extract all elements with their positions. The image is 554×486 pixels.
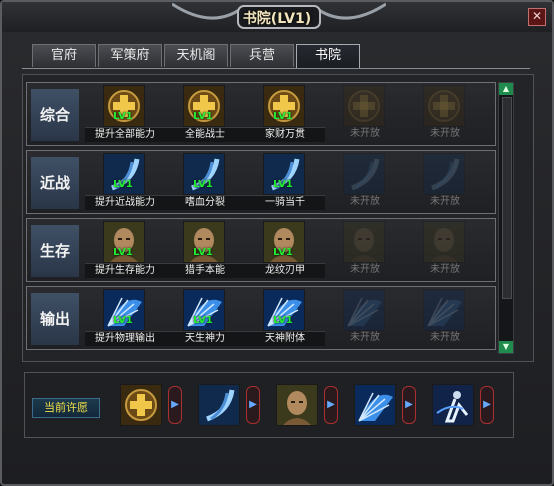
skill-name: 天生神力 bbox=[165, 331, 245, 346]
skill-slot[interactable]: LV1 提升生存能力 bbox=[85, 221, 165, 279]
skill-level: LV1 bbox=[273, 247, 293, 258]
row-label: 近战 bbox=[31, 157, 79, 209]
gold-cross-icon[interactable] bbox=[120, 384, 162, 426]
arrow-right-icon[interactable]: ▶ bbox=[402, 386, 416, 424]
tab-divider bbox=[22, 68, 530, 69]
skill-level: LV1 bbox=[193, 179, 213, 190]
fan-burst-icon[interactable] bbox=[354, 384, 396, 426]
skill-slot[interactable]: LV1 天生神力 bbox=[165, 289, 245, 347]
skill-name: 猎手本能 bbox=[165, 263, 245, 278]
skill-row-general: 综合 LV1 提升全部能力 LV1 全能战士 LV1 家财万贯 未开放 未开放 bbox=[26, 82, 496, 146]
skill-name: 家财万贯 bbox=[245, 127, 325, 142]
skill-slot: 未开放 bbox=[405, 221, 485, 279]
skill-level: LV1 bbox=[273, 111, 293, 122]
fan-burst-icon bbox=[343, 289, 385, 331]
arrow-right-icon[interactable]: ▶ bbox=[324, 386, 338, 424]
skill-row-output: 输出 LV1 提升物理输出 LV1 天生神力 LV1 天神附体 未开放 未开放 bbox=[26, 286, 496, 350]
skill-name: 提升生存能力 bbox=[85, 263, 165, 278]
skill-level: LV1 bbox=[113, 315, 133, 326]
tab-military-strategy[interactable]: 军策府 bbox=[98, 44, 162, 67]
wish-slot[interactable]: ▶ bbox=[120, 384, 184, 428]
skill-name: 天神附体 bbox=[245, 331, 325, 346]
skill-name: 未开放 bbox=[350, 128, 380, 139]
skill-level: LV1 bbox=[113, 179, 133, 190]
skill-slot: 未开放 bbox=[325, 153, 405, 211]
skill-slot[interactable]: LV1 全能战士 bbox=[165, 85, 245, 143]
arrow-right-icon[interactable]: ▶ bbox=[168, 386, 182, 424]
skill-name: 提升全部能力 bbox=[85, 127, 165, 142]
blade-slash-icon bbox=[343, 153, 385, 195]
monk-face-icon bbox=[343, 221, 385, 263]
scroll-up-icon[interactable]: ▲ bbox=[499, 83, 513, 95]
skill-row-melee: 近战 LV1 提升近战能力 LV1 嗜血分裂 LV1 一骑当千 未开放 未开放 bbox=[26, 150, 496, 214]
window-title: 书院(LV1) bbox=[242, 11, 312, 27]
row-label: 综合 bbox=[31, 89, 79, 141]
skill-slot[interactable]: LV1 提升全部能力 bbox=[85, 85, 165, 143]
blade-slash-icon[interactable] bbox=[198, 384, 240, 426]
tab-government[interactable]: 官府 bbox=[32, 44, 96, 67]
title-bar: 书院(LV1) ✕ bbox=[2, 2, 552, 32]
skill-level: LV1 bbox=[273, 315, 293, 326]
skill-level: LV1 bbox=[113, 111, 133, 122]
skills-scrollbar[interactable]: ▲ ▼ bbox=[498, 82, 514, 354]
arrow-right-icon[interactable]: ▶ bbox=[480, 386, 494, 424]
skill-slot: 未开放 bbox=[325, 85, 405, 143]
skill-level: LV1 bbox=[193, 315, 213, 326]
skill-name: 未开放 bbox=[430, 196, 460, 207]
skill-level: LV1 bbox=[193, 111, 213, 122]
monk-face-icon[interactable] bbox=[276, 384, 318, 426]
skill-slot[interactable]: LV1 提升近战能力 bbox=[85, 153, 165, 211]
skill-slot[interactable]: LV1 一骑当千 bbox=[245, 153, 325, 211]
skill-name: 未开放 bbox=[430, 128, 460, 139]
skill-name: 提升物理输出 bbox=[85, 331, 165, 346]
blade-slash-icon bbox=[423, 153, 465, 195]
skill-name: 未开放 bbox=[350, 196, 380, 207]
skill-slot[interactable]: LV1 提升物理输出 bbox=[85, 289, 165, 347]
skill-name: 未开放 bbox=[350, 264, 380, 275]
tab-tianji-pavilion[interactable]: 天机阁 bbox=[164, 44, 228, 67]
arrow-right-icon[interactable]: ▶ bbox=[246, 386, 260, 424]
close-icon[interactable]: ✕ bbox=[528, 8, 546, 26]
skill-slot[interactable]: LV1 嗜血分裂 bbox=[165, 153, 245, 211]
gold-cross-icon bbox=[423, 85, 465, 127]
skill-slot[interactable]: LV1 家财万贯 bbox=[245, 85, 325, 143]
skill-level: LV1 bbox=[193, 247, 213, 258]
wish-slot[interactable]: ▶ bbox=[432, 384, 496, 428]
skill-slot: 未开放 bbox=[405, 153, 485, 211]
tab-barracks[interactable]: 兵营 bbox=[230, 44, 294, 67]
fan-burst-icon bbox=[423, 289, 465, 331]
skill-name: 嗜血分裂 bbox=[165, 195, 245, 210]
scroll-down-icon[interactable]: ▼ bbox=[499, 341, 513, 353]
gold-cross-icon bbox=[343, 85, 385, 127]
skill-slot[interactable]: LV1 天神附体 bbox=[245, 289, 325, 347]
skill-name: 龙纹刃甲 bbox=[245, 263, 325, 278]
skill-level: LV1 bbox=[273, 179, 293, 190]
wish-slot[interactable]: ▶ bbox=[276, 384, 340, 428]
row-label: 输出 bbox=[31, 293, 79, 345]
skill-row-survival: 生存 LV1 提升生存能力 LV1 猎手本能 LV1 龙纹刃甲 未开放 未开放 bbox=[26, 218, 496, 282]
skill-name: 未开放 bbox=[430, 332, 460, 343]
shadow-warrior-icon[interactable] bbox=[432, 384, 474, 426]
scroll-thumb[interactable] bbox=[502, 97, 512, 299]
skill-name: 未开放 bbox=[430, 264, 460, 275]
skill-name: 全能战士 bbox=[165, 127, 245, 142]
current-wish-label: 当前许愿 bbox=[32, 398, 100, 418]
skill-slot: 未开放 bbox=[405, 85, 485, 143]
skill-slot[interactable]: LV1 猎手本能 bbox=[165, 221, 245, 279]
tab-academy[interactable]: 书院 bbox=[296, 44, 360, 69]
academy-window: 书院(LV1) ✕ 官府 军策府 天机阁 兵营 书院 综合 LV1 提升全部能力 … bbox=[0, 0, 554, 486]
skill-slot[interactable]: LV1 龙纹刃甲 bbox=[245, 221, 325, 279]
skill-slot: 未开放 bbox=[405, 289, 485, 347]
skill-name: 提升近战能力 bbox=[85, 195, 165, 210]
skill-name: 未开放 bbox=[350, 332, 380, 343]
wish-slot[interactable]: ▶ bbox=[198, 384, 262, 428]
skill-slot: 未开放 bbox=[325, 289, 405, 347]
monk-face-icon bbox=[423, 221, 465, 263]
skill-level: LV1 bbox=[113, 247, 133, 258]
skill-slot: 未开放 bbox=[325, 221, 405, 279]
wish-slot[interactable]: ▶ bbox=[354, 384, 418, 428]
skill-name: 一骑当千 bbox=[245, 195, 325, 210]
row-label: 生存 bbox=[31, 225, 79, 277]
